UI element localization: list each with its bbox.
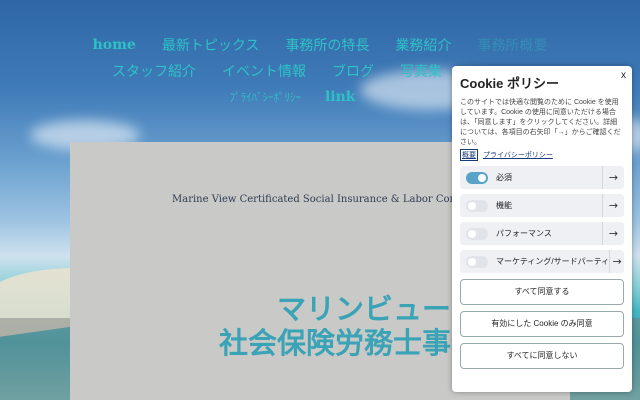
marketing-toggle[interactable] [466, 255, 488, 268]
arrow-right-icon[interactable]: → [602, 194, 624, 217]
category-label: 必須 [496, 173, 512, 182]
close-icon[interactable]: x [621, 70, 626, 81]
cookie-links: 概要 プライバシーポリシー [460, 149, 624, 161]
nav-link-events[interactable]: イベント情報 [222, 61, 306, 81]
nav-link-home[interactable]: home [93, 37, 136, 53]
cookie-category-functional: 機能 → [460, 194, 624, 217]
accept-all-button[interactable]: すべて同意する [460, 279, 624, 305]
reject-all-button[interactable]: すべてに同意しない [460, 343, 624, 369]
cookie-category-performance: パフォーマンス → [460, 222, 624, 245]
nav-link-features[interactable]: 事務所の特長 [285, 35, 369, 55]
summary-link[interactable]: 概要 [460, 149, 478, 161]
category-label: マーケティング/サードパーティ [496, 257, 610, 266]
performance-toggle[interactable] [466, 227, 488, 240]
privacy-policy-link[interactable]: プライバシーポリシー [483, 150, 553, 160]
nav-link-office-overview[interactable]: 事務所概要 [477, 35, 547, 55]
arrow-right-icon[interactable]: → [602, 222, 624, 245]
cookie-category-marketing: マーケティング/サードパーティ → [460, 250, 624, 273]
nav-link-link[interactable]: link [325, 89, 356, 105]
nav-link-blog[interactable]: ブログ [332, 61, 374, 81]
functional-toggle[interactable] [466, 199, 488, 212]
category-label: 機能 [496, 201, 512, 210]
cookie-description: このサイトでは快適な閲覧のために Cookie を使用しています。Cookie … [460, 99, 621, 146]
nav-link-topics[interactable]: 最新トピックス [162, 35, 260, 55]
arrow-right-icon[interactable]: → [609, 250, 624, 273]
cookie-policy-dialog: Cookie ポリシー x このサイトでは快適な閲覧のために Cookie を使… [452, 66, 632, 392]
nav-link-photos[interactable]: 写真集 [400, 61, 442, 81]
nav-link-privacy[interactable]: ﾌﾟﾗｲﾊﾞｼｰﾎﾟﾘｼｰ [229, 89, 301, 105]
nav-link-staff[interactable]: スタッフ紹介 [112, 61, 196, 81]
cookie-category-essential: 必須 → [460, 166, 624, 189]
nav-link-services[interactable]: 業務紹介 [395, 35, 451, 55]
arrow-right-icon[interactable]: → [602, 166, 624, 189]
accept-selected-button[interactable]: 有効にした Cookie のみ同意 [460, 311, 624, 337]
nav-row-1: home 最新トピックス 事務所の特長 業務紹介 事務所概要 [0, 32, 640, 58]
essential-toggle[interactable] [466, 171, 488, 184]
category-label: パフォーマンス [496, 229, 552, 238]
cookie-dialog-title: Cookie ポリシー [460, 76, 559, 91]
